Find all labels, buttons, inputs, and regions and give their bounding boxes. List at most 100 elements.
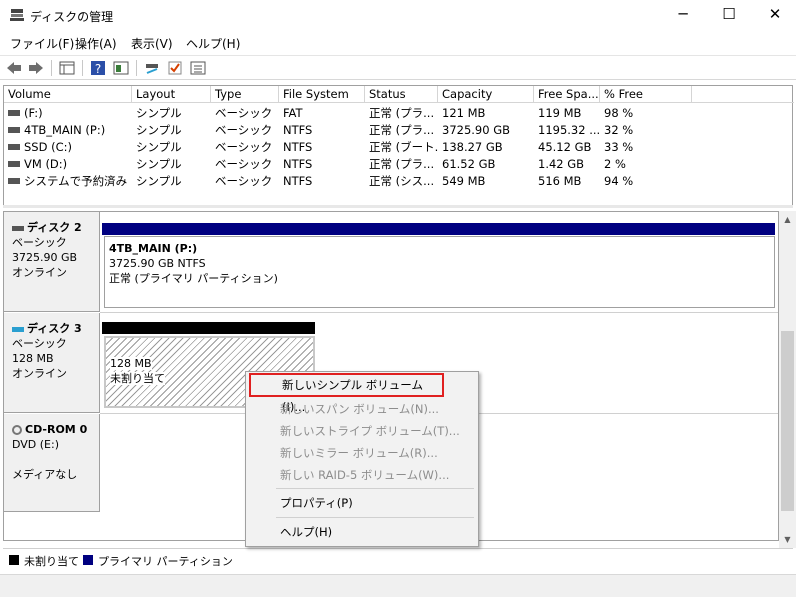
- volume-percent-free: 32 %: [604, 123, 634, 137]
- partition-size-fs: 3725.90 GB NTFS: [109, 257, 206, 270]
- volume-name: 4TB_MAIN (P:): [24, 123, 106, 137]
- cdrom-name: CD-ROM 0: [25, 423, 88, 436]
- menu-file[interactable]: ファイル(F): [10, 35, 74, 52]
- show-hide-console-tree-icon[interactable]: [58, 59, 76, 77]
- connect-disk-icon[interactable]: [143, 59, 161, 77]
- menu-view[interactable]: 表示(V): [131, 35, 173, 52]
- volume-fs: NTFS: [283, 174, 313, 188]
- volume-percent-free: 98 %: [604, 106, 634, 120]
- cdrom-label[interactable]: CD-ROM 0 DVD (E:) メディアなし: [4, 414, 100, 512]
- volume-status: 正常 (プラ...: [369, 157, 435, 171]
- close-button[interactable]: ✕: [752, 0, 796, 31]
- menu-new-simple-volume[interactable]: 新しいシンプル ボリューム(I)...: [249, 373, 444, 414]
- volume-layout: シンプル: [136, 174, 182, 188]
- disk-2-state: オンライン: [12, 266, 67, 279]
- volume-icon: [8, 143, 20, 150]
- disk-2-size: 3725.90 GB: [12, 251, 78, 264]
- help-icon[interactable]: ?: [89, 59, 107, 77]
- table-row[interactable]: SSD (C:) シンプル ベーシック NTFS 正常 (ブート... 138.…: [4, 139, 794, 156]
- volume-type: ベーシック: [215, 174, 273, 188]
- legend-primary: プライマリ パーティション: [98, 555, 233, 568]
- cdrom-state: メディアなし: [12, 468, 78, 481]
- volume-fs: FAT: [283, 106, 303, 120]
- forward-arrow-icon[interactable]: [27, 59, 45, 77]
- volume-name: (F:): [24, 106, 43, 120]
- unallocated-swatch: [9, 555, 19, 565]
- menu-help[interactable]: ヘルプ(H): [186, 35, 240, 52]
- disk-2-partition[interactable]: 4TB_MAIN (P:) 3725.90 GB NTFS 正常 (プライマリ …: [104, 236, 775, 308]
- col-status[interactable]: Status: [365, 86, 438, 103]
- volume-name: システムで予約済み: [24, 174, 128, 188]
- disk-3-label[interactable]: ディスク 3 ベーシック 128 MB オンライン: [4, 313, 100, 413]
- volume-name: VM (D:): [24, 157, 68, 171]
- menu-new-striped-volume[interactable]: 新しいストライプ ボリューム(T)...: [248, 420, 476, 442]
- table-row[interactable]: VM (D:) シンプル ベーシック NTFS 正常 (プラ... 61.52 …: [4, 156, 794, 173]
- vertical-scrollbar[interactable]: ▲ ▼: [779, 211, 796, 548]
- minimize-button[interactable]: ─: [660, 0, 706, 31]
- volume-fs: NTFS: [283, 157, 313, 171]
- col-layout[interactable]: Layout: [132, 86, 211, 103]
- back-arrow-icon[interactable]: [5, 59, 23, 77]
- menu-new-spanned-volume[interactable]: 新しいスパン ボリューム(N)...: [248, 398, 476, 420]
- properties-pane-icon[interactable]: [112, 59, 130, 77]
- menu-new-raid5-volume[interactable]: 新しい RAID-5 ボリューム(W)...: [248, 464, 476, 486]
- splitter[interactable]: [3, 205, 793, 208]
- title-bar: ディスクの管理 ─ ☐ ✕: [0, 0, 796, 31]
- col-free-space[interactable]: Free Spa...: [534, 86, 600, 103]
- col-type[interactable]: Type: [211, 86, 279, 103]
- volume-free: 516 MB: [538, 174, 582, 188]
- disk-3-size: 128 MB: [12, 352, 54, 365]
- legend-unallocated: 未割り当て: [24, 555, 79, 568]
- volume-layout: シンプル: [136, 140, 182, 154]
- volume-fs: NTFS: [283, 123, 313, 137]
- disk-2-label[interactable]: ディスク 2 ベーシック 3725.90 GB オンライン: [4, 212, 100, 312]
- partition-name: 4TB_MAIN (P:): [109, 242, 198, 255]
- table-row[interactable]: (F:) シンプル ベーシック FAT 正常 (プラ... 121 MB 119…: [4, 105, 794, 122]
- volume-name: SSD (C:): [24, 140, 72, 154]
- volume-layout: シンプル: [136, 157, 182, 171]
- disk-icon: [12, 225, 24, 231]
- cdrom-type: DVD (E:): [12, 438, 60, 451]
- context-menu: 新しいシンプル ボリューム(I)... 新しいスパン ボリューム(N)... 新…: [245, 371, 479, 547]
- usb-disk-icon: [12, 326, 24, 332]
- col-percent-free[interactable]: % Free: [600, 86, 692, 103]
- volume-icon: [8, 109, 20, 116]
- menu-action[interactable]: 操作(A): [75, 35, 117, 52]
- col-capacity[interactable]: Capacity: [438, 86, 534, 103]
- table-row[interactable]: 4TB_MAIN (P:) シンプル ベーシック NTFS 正常 (プラ... …: [4, 122, 794, 139]
- maximize-button[interactable]: ☐: [706, 0, 752, 31]
- table-row[interactable]: システムで予約済み シンプル ベーシック NTFS 正常 (シス... 549 …: [4, 173, 794, 190]
- volume-list[interactable]: Volume Layout Type File System Status Ca…: [3, 85, 794, 205]
- volume-capacity: 61.52 GB: [442, 157, 496, 171]
- toolbar: ?: [0, 55, 796, 80]
- volume-capacity: 3725.90 GB: [442, 123, 511, 137]
- menu-new-mirrored-volume[interactable]: 新しいミラー ボリューム(R)...: [248, 442, 476, 464]
- primary-swatch: [83, 555, 93, 565]
- svg-text:?: ?: [95, 62, 101, 76]
- disk-2-partition-bar: [102, 223, 775, 235]
- scroll-down-icon[interactable]: ▼: [779, 531, 796, 548]
- disk-3-name: ディスク 3: [27, 322, 82, 335]
- volume-percent-free: 2 %: [604, 157, 626, 171]
- volume-icon: [8, 126, 20, 133]
- volume-percent-free: 33 %: [604, 140, 634, 154]
- disk-3-state: オンライン: [12, 367, 67, 380]
- checklist-icon[interactable]: [166, 59, 184, 77]
- volume-capacity: 138.27 GB: [442, 140, 503, 154]
- scroll-up-icon[interactable]: ▲: [779, 211, 796, 228]
- disk-management-icon: [10, 9, 24, 21]
- disk-2-name: ディスク 2: [27, 221, 82, 234]
- volume-layout: シンプル: [136, 106, 182, 120]
- menu-properties[interactable]: プロパティ(P): [248, 492, 476, 514]
- volume-free: 119 MB: [538, 106, 582, 120]
- volume-capacity: 549 MB: [442, 174, 486, 188]
- scroll-thumb[interactable]: [781, 331, 794, 511]
- volume-icon: [8, 160, 20, 167]
- unallocated-status: 未割り当て: [110, 372, 165, 385]
- col-file-system[interactable]: File System: [279, 86, 365, 103]
- col-volume[interactable]: Volume: [4, 86, 132, 103]
- menu-bar: ファイル(F) 操作(A) 表示(V) ヘルプ(H): [0, 31, 796, 53]
- menu-help-context[interactable]: ヘルプ(H): [248, 521, 476, 543]
- list-view-icon[interactable]: [189, 59, 207, 77]
- disk-2-type: ベーシック: [12, 236, 67, 249]
